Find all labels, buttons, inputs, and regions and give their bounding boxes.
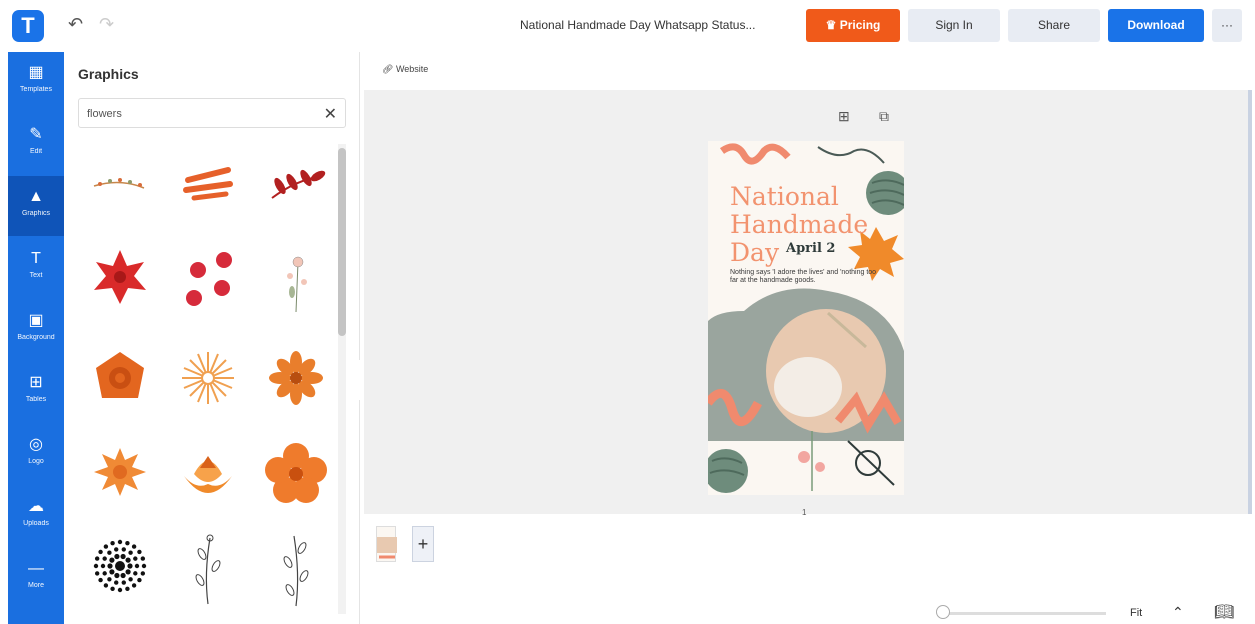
orange-pentagon-flower-graphic bbox=[96, 352, 144, 398]
grid-toggle-icon[interactable]: ⊞ bbox=[838, 108, 850, 125]
graphic-item-orange-pentagon-flower[interactable] bbox=[80, 336, 160, 428]
app-logo[interactable]: T bbox=[12, 10, 44, 42]
text-icon: T bbox=[31, 250, 41, 267]
templates-icon: ▦ bbox=[28, 64, 44, 81]
sidebar-item-label: Background bbox=[17, 334, 55, 341]
hibiscus-graphic bbox=[265, 443, 327, 503]
top-bar: T ↶ ↷ National Handmade Day Whatsapp Sta… bbox=[0, 0, 1255, 52]
black-dot-flower-graphic bbox=[93, 539, 147, 593]
sign-in-button[interactable]: Sign In bbox=[908, 9, 1000, 42]
sidebar-item-edit[interactable]: ✎ Edit bbox=[8, 114, 64, 174]
sidebar-item-uploads[interactable]: ☁ Uploads bbox=[8, 486, 64, 546]
sunburst-flower-graphic bbox=[182, 352, 234, 404]
website-tag-label: Website bbox=[395, 64, 429, 74]
orange-daisy-graphic bbox=[94, 448, 146, 496]
graphic-item-sunburst-flower[interactable] bbox=[168, 336, 248, 428]
sidebar-item-logo[interactable]: ◎ Logo bbox=[8, 424, 64, 484]
sidebar-item-label: Text bbox=[29, 272, 43, 279]
graphic-item-red-dots[interactable] bbox=[168, 236, 248, 328]
sidebar-item-label: Edit bbox=[29, 148, 43, 155]
more-icon: — bbox=[28, 560, 44, 577]
chevron-up-icon[interactable]: ⌃ bbox=[1172, 604, 1184, 621]
uploads-icon: ☁ bbox=[28, 498, 44, 515]
sidebar-item-label: Graphics bbox=[21, 210, 50, 217]
redo-icon[interactable]: ↷ bbox=[99, 14, 114, 35]
sidebar-item-text[interactable]: T Text bbox=[8, 238, 64, 298]
background-icon: ▣ bbox=[28, 312, 44, 329]
graphic-item-brush-strokes[interactable] bbox=[168, 140, 248, 232]
design-body-text[interactable]: Nothing says 'I adore the lives' and 'no… bbox=[730, 269, 880, 285]
lotus-flower-graphic bbox=[184, 456, 232, 493]
book-icon[interactable]: 📖︎ bbox=[1214, 602, 1234, 622]
sidebar-item-label: More bbox=[28, 582, 44, 589]
sidebar-item-label: Templates bbox=[20, 86, 52, 93]
graphic-item-floral-sprig[interactable] bbox=[80, 140, 160, 232]
left-sidebar: ▦ Templates ✎ Edit ▲ Graphics T Text ▣ B… bbox=[8, 52, 64, 624]
graphic-item-line-branch[interactable] bbox=[256, 524, 334, 610]
zoom-slider-handle[interactable] bbox=[936, 605, 950, 619]
red-leaves-graphic bbox=[271, 169, 326, 199]
graphic-item-hibiscus[interactable] bbox=[256, 430, 334, 522]
page-indicator: 1 bbox=[802, 508, 807, 517]
graphic-item-orange-petal-flower[interactable] bbox=[256, 336, 334, 428]
crown-icon: ♛ bbox=[825, 18, 840, 32]
undo-icon[interactable]: ↶ bbox=[68, 14, 83, 35]
brush-strokes-graphic bbox=[183, 167, 233, 201]
sidebar-item-label: Logo bbox=[28, 458, 44, 465]
share-button[interactable]: Share bbox=[1008, 9, 1100, 42]
sidebar-item-tables[interactable]: ⊞ Tables bbox=[8, 362, 64, 422]
page-thumbnail[interactable] bbox=[376, 526, 397, 562]
clear-search-icon[interactable]: ✕ bbox=[324, 104, 337, 124]
duplicate-page-icon[interactable]: ⧉ bbox=[879, 108, 889, 125]
panel-title: Graphics bbox=[78, 66, 139, 82]
sidebar-item-label: Tables bbox=[25, 396, 47, 403]
zoom-slider-track[interactable] bbox=[938, 612, 1106, 615]
panel-scrollbar-thumb[interactable] bbox=[338, 148, 346, 336]
logo-icon: ◎ bbox=[29, 436, 43, 453]
red-star-flower-graphic bbox=[94, 250, 146, 304]
sidebar-item-more[interactable]: — More bbox=[8, 548, 64, 608]
floral-sprig-graphic bbox=[93, 178, 145, 189]
graphic-item-line-sprig[interactable] bbox=[168, 524, 248, 610]
edit-icon: ✎ bbox=[29, 126, 43, 143]
pricing-button[interactable]: ♛ Pricing bbox=[806, 9, 900, 42]
tables-icon: ⊞ bbox=[29, 374, 43, 391]
red-dots-graphic bbox=[186, 252, 232, 306]
graphics-panel: Graphics ✕ bbox=[64, 52, 360, 624]
design-title-line2: Handmade bbox=[730, 210, 869, 239]
graphic-item-lotus-flower[interactable] bbox=[168, 430, 248, 522]
download-button[interactable]: Download bbox=[1108, 9, 1204, 42]
website-tag[interactable]: 🔗︎ Website bbox=[382, 64, 428, 75]
line-flower-graphic bbox=[287, 256, 307, 313]
add-page-button[interactable]: + bbox=[412, 526, 434, 562]
graphic-item-black-dot-flower[interactable] bbox=[80, 524, 160, 610]
line-branch-graphic bbox=[283, 535, 309, 607]
search-input[interactable] bbox=[87, 105, 317, 123]
zoom-fit-label[interactable]: Fit bbox=[1130, 607, 1142, 619]
graphic-item-line-flower[interactable] bbox=[256, 236, 334, 328]
line-sprig-graphic bbox=[195, 534, 221, 605]
graphic-item-red-star-flower[interactable] bbox=[80, 236, 160, 328]
design-date[interactable]: April 2 bbox=[786, 241, 835, 256]
design-page[interactable]: National Handmade Day April 2 Nothing sa… bbox=[708, 141, 904, 495]
document-title[interactable]: National Handmade Day Whatsapp Status... bbox=[520, 18, 790, 32]
graphic-item-red-leaves[interactable] bbox=[256, 140, 334, 232]
graphic-item-orange-daisy[interactable] bbox=[80, 430, 160, 522]
page-thumbnail-preview bbox=[377, 537, 397, 559]
sidebar-item-background[interactable]: ▣ Background bbox=[8, 300, 64, 360]
pricing-label: Pricing bbox=[839, 18, 881, 32]
sidebar-item-graphics[interactable]: ▲ Graphics bbox=[8, 176, 64, 236]
orange-petal-flower-graphic bbox=[269, 351, 323, 405]
search-box: ✕ bbox=[78, 98, 346, 128]
graphics-icon: ▲ bbox=[28, 188, 44, 205]
more-options-button[interactable]: ··· bbox=[1212, 9, 1242, 42]
graphics-grid bbox=[80, 140, 334, 610]
design-title-line1: National bbox=[730, 182, 839, 211]
link-icon: 🔗︎ bbox=[382, 64, 396, 74]
sidebar-item-templates[interactable]: ▦ Templates bbox=[8, 52, 64, 112]
sidebar-item-label: Uploads bbox=[23, 520, 49, 527]
